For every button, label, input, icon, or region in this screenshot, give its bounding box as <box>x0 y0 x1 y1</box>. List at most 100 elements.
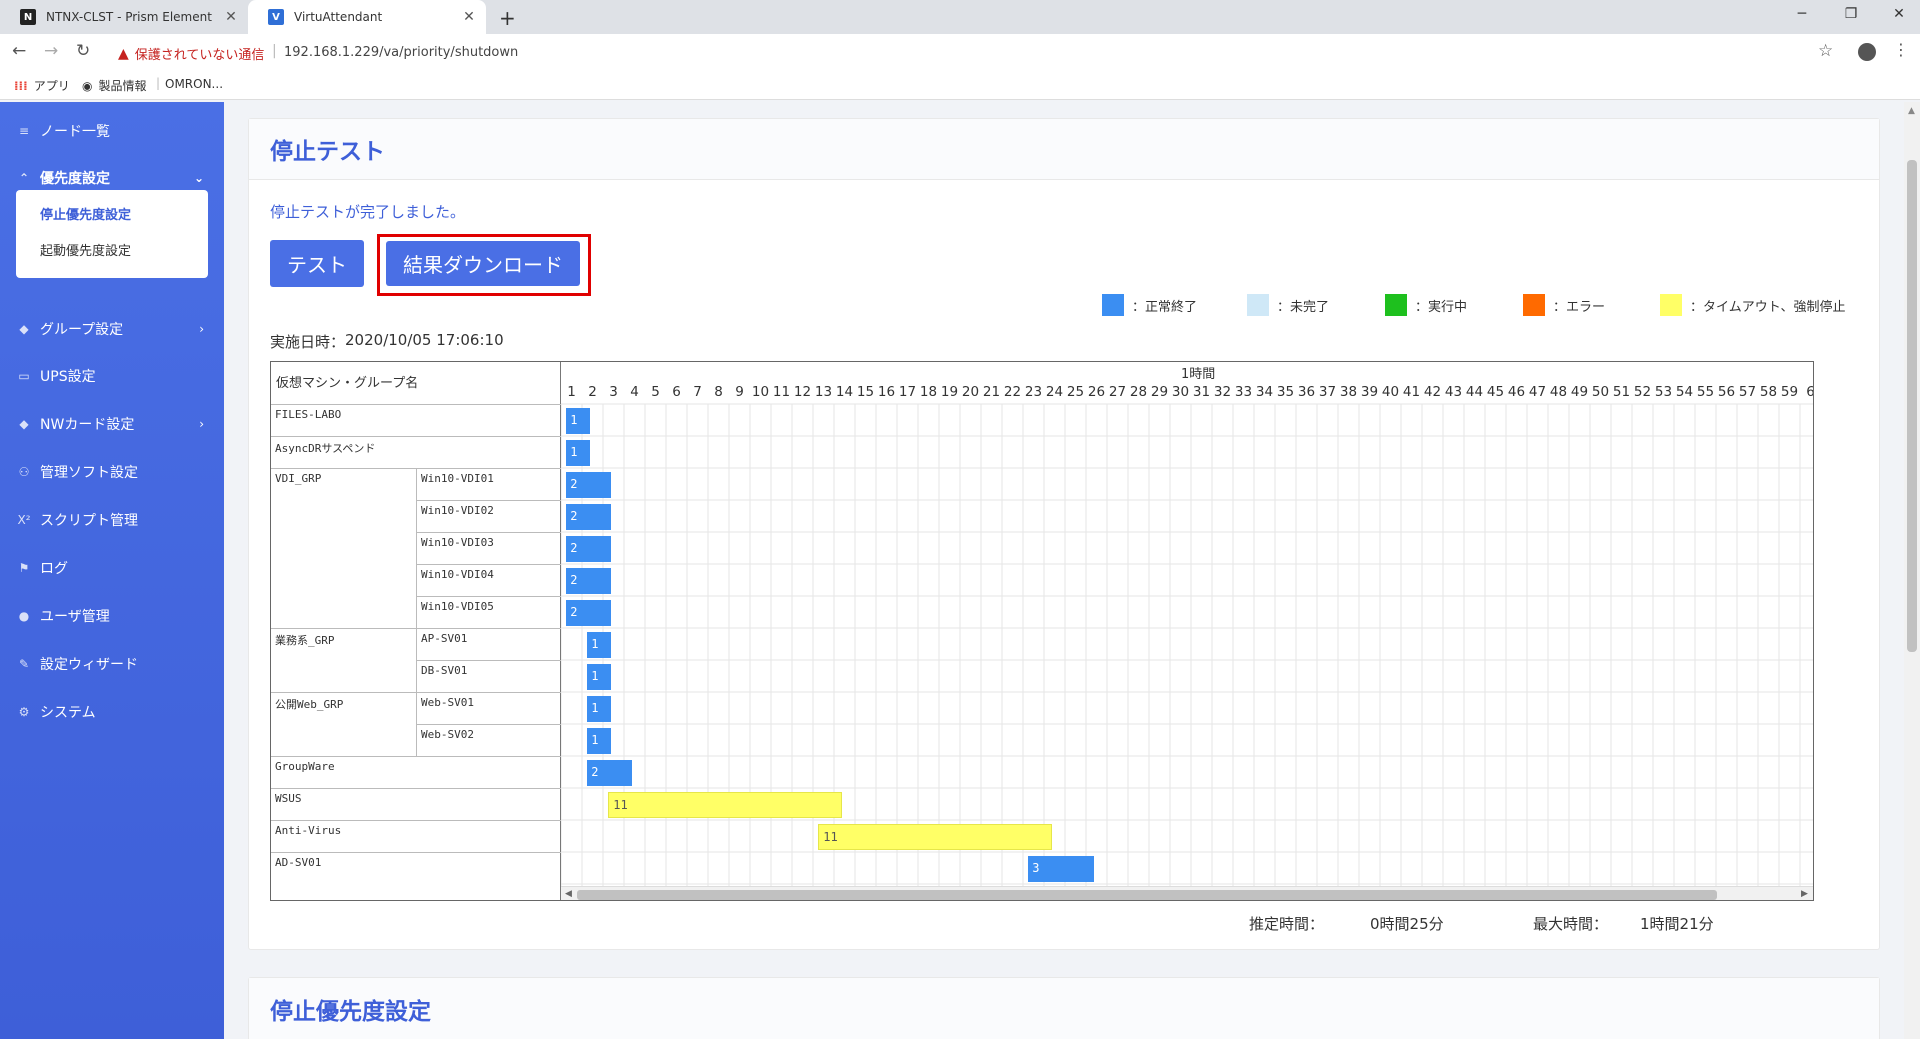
minute-tick-label: 11 <box>772 384 791 400</box>
gantt-bar[interactable]: 2 <box>566 536 612 562</box>
scroll-up-icon[interactable]: ▲ <box>1908 106 1915 116</box>
legend-running: ：実行中 <box>1385 294 1467 316</box>
group-name: WSUS <box>275 792 302 805</box>
gantt-bar[interactable]: 1 <box>587 664 612 690</box>
vm-name: Win10-VDI02 <box>421 504 494 517</box>
submenu-startup-priority[interactable]: 起動優先度設定 <box>40 240 131 259</box>
minute-tick-label: 45 <box>1486 384 1505 400</box>
user-icon: ● <box>18 609 30 623</box>
sidebar-item-script[interactable]: X² スクリプト管理 <box>0 504 224 536</box>
gantt-bar[interactable]: 2 <box>566 472 612 498</box>
tab-close-icon[interactable]: ✕ <box>460 9 478 25</box>
group-name: AsyncDRサスペンド <box>275 442 376 455</box>
minute-tick-label: 43 <box>1444 384 1463 400</box>
minimize-icon[interactable]: ─ <box>1787 6 1817 22</box>
bookmark-omron[interactable]: OMRON... <box>165 77 223 91</box>
gantt-bar[interactable]: 11 <box>608 792 843 818</box>
vm-name: Win10-VDI03 <box>421 536 494 549</box>
account-avatar-icon[interactable] <box>1858 43 1876 61</box>
chevrons-up-icon: ⌃ <box>18 171 30 185</box>
submenu-shutdown-priority[interactable]: 停止優先度設定 <box>40 204 131 223</box>
sidebar-item-nodes[interactable]: ≡ ノード一覧 <box>0 115 224 147</box>
exec-label: 実施日時： <box>270 333 346 351</box>
card-title: 停止テスト <box>270 139 385 165</box>
legend-label: ：エラー <box>1553 299 1606 315</box>
minute-tick-label: 22 <box>1003 384 1022 400</box>
gantt-bar[interactable]: 1 <box>587 728 612 754</box>
gantt-bar[interactable]: 2 <box>566 504 612 530</box>
minute-tick-label: 48 <box>1549 384 1568 400</box>
sidebar-item-label: システム <box>40 705 96 721</box>
sidebar-item-mgmt-soft[interactable]: ⚇ 管理ソフト設定 <box>0 456 224 488</box>
url-separator: | <box>272 43 277 59</box>
timeline-horizontal-scrollbar[interactable]: ◀ ▶ <box>561 886 1813 900</box>
exec-value: 2020/10/05 17:06:10 <box>345 331 504 349</box>
bookmark-label: アプリ <box>33 79 70 93</box>
vm-name: AP-SV01 <box>421 632 468 645</box>
minute-tick-label: 38 <box>1339 384 1358 400</box>
sidebar-item-label: UPS設定 <box>40 369 96 385</box>
gantt-bar[interactable]: 1 <box>587 632 612 658</box>
back-icon[interactable]: ← <box>12 41 26 61</box>
tab-title: VirtuAttendant <box>294 10 383 24</box>
sidebar-item-nwcard[interactable]: ◆ NWカード設定 › <box>0 408 224 440</box>
forward-icon[interactable]: → <box>44 41 58 61</box>
minute-tick-label: 17 <box>898 384 917 400</box>
gantt-timeline[interactable]: 1時間 ◀ ▶ 1 2 3 4 5 6 7 8 9 10 11 12 13 14 15 16 17 18 19 20 2… <box>561 362 1813 900</box>
sidebar-item-label: スクリプト管理 <box>40 513 138 529</box>
main-content: 停止テスト 停止テストが完了しました。 テスト 結果ダウンロード ：正常終了 ：… <box>224 102 1904 1039</box>
security-warning[interactable]: ▲ 保護されていない通信 <box>118 44 264 64</box>
browser-tab-bar: N NTNX-CLST - Prism Element ✕ V VirtuAtt… <box>0 0 1920 34</box>
group-name: 公開Web_GRP <box>275 698 344 711</box>
minute-tick-label: 42 <box>1423 384 1442 400</box>
sidebar-item-user[interactable]: ● ユーザ管理 <box>0 600 224 632</box>
page-scrollbar[interactable]: ▲ <box>1904 102 1920 1039</box>
window-close-icon[interactable]: ✕ <box>1884 6 1914 22</box>
sidebar-item-system[interactable]: ⚙ システム <box>0 696 224 728</box>
minute-tick-label: 29 <box>1150 384 1169 400</box>
browser-menu-icon[interactable]: ⋮ <box>1893 40 1909 59</box>
gantt-bar[interactable]: 11 <box>818 824 1053 850</box>
gantt-bar[interactable]: 1 <box>566 408 591 434</box>
minute-tick-label: 7 <box>693 384 702 400</box>
tab-close-icon[interactable]: ✕ <box>222 9 240 25</box>
legend-swatch <box>1247 294 1269 316</box>
browser-tab-prism[interactable]: N NTNX-CLST - Prism Element ✕ <box>0 0 248 34</box>
scrollbar-thumb[interactable] <box>577 890 1717 900</box>
minute-tick-label: 52 <box>1633 384 1652 400</box>
group-name: GroupWare <box>275 760 335 773</box>
bookmark-product-info[interactable]: ◉ 製品情報 <box>82 77 147 94</box>
restore-icon[interactable]: ❐ <box>1836 6 1866 22</box>
gantt-bar[interactable]: 1 <box>566 440 591 466</box>
legend-label: ：未完了 <box>1277 299 1330 315</box>
gantt-bar[interactable]: 2 <box>587 760 633 786</box>
reload-icon[interactable]: ↻ <box>76 41 90 61</box>
gantt-bar[interactable]: 3 <box>1028 856 1095 882</box>
browser-tab-virtuattendant[interactable]: V VirtuAttendant ✕ <box>248 0 486 34</box>
sidebar-item-wizard[interactable]: ✎ 設定ウィザード <box>0 648 224 680</box>
test-button[interactable]: テスト <box>270 240 364 287</box>
scroll-left-icon[interactable]: ◀ <box>565 889 572 899</box>
gantt-bar[interactable]: 1 <box>587 696 612 722</box>
scroll-right-icon[interactable]: ▶ <box>1801 889 1808 899</box>
minute-tick-label: 3 <box>609 384 618 400</box>
layers-icon: ◆ <box>19 322 29 336</box>
page-scrollbar-thumb[interactable] <box>1907 160 1917 652</box>
legend-error: ：エラー <box>1523 294 1605 316</box>
legend-swatch <box>1102 294 1124 316</box>
minute-tick-label: 50 <box>1591 384 1610 400</box>
gantt-bar[interactable]: 2 <box>566 600 612 626</box>
shutdown-priority-card: 停止優先度設定 <box>248 977 1880 1039</box>
new-tab-button[interactable]: + <box>499 6 516 30</box>
bookmark-apps[interactable]: ⁞⁞⁞ アプリ <box>14 77 70 94</box>
download-results-button[interactable]: 結果ダウンロード <box>386 241 580 286</box>
address-bar-url[interactable]: 192.168.1.229/va/priority/shutdown <box>284 45 518 60</box>
sidebar-item-label: 設定ウィザード <box>40 657 138 673</box>
sidebar-item-log[interactable]: ⚑ ログ <box>0 552 224 584</box>
name-column-header: 仮想マシン・グループ名 <box>276 376 419 391</box>
sidebar-item-ups[interactable]: ▭ UPS設定 <box>0 360 224 392</box>
bookmark-star-icon[interactable]: ☆ <box>1818 41 1833 61</box>
gantt-bar[interactable]: 2 <box>566 568 612 594</box>
minute-tick-label: 21 <box>982 384 1001 400</box>
sidebar-item-group[interactable]: ◆ グループ設定 › <box>0 313 224 345</box>
